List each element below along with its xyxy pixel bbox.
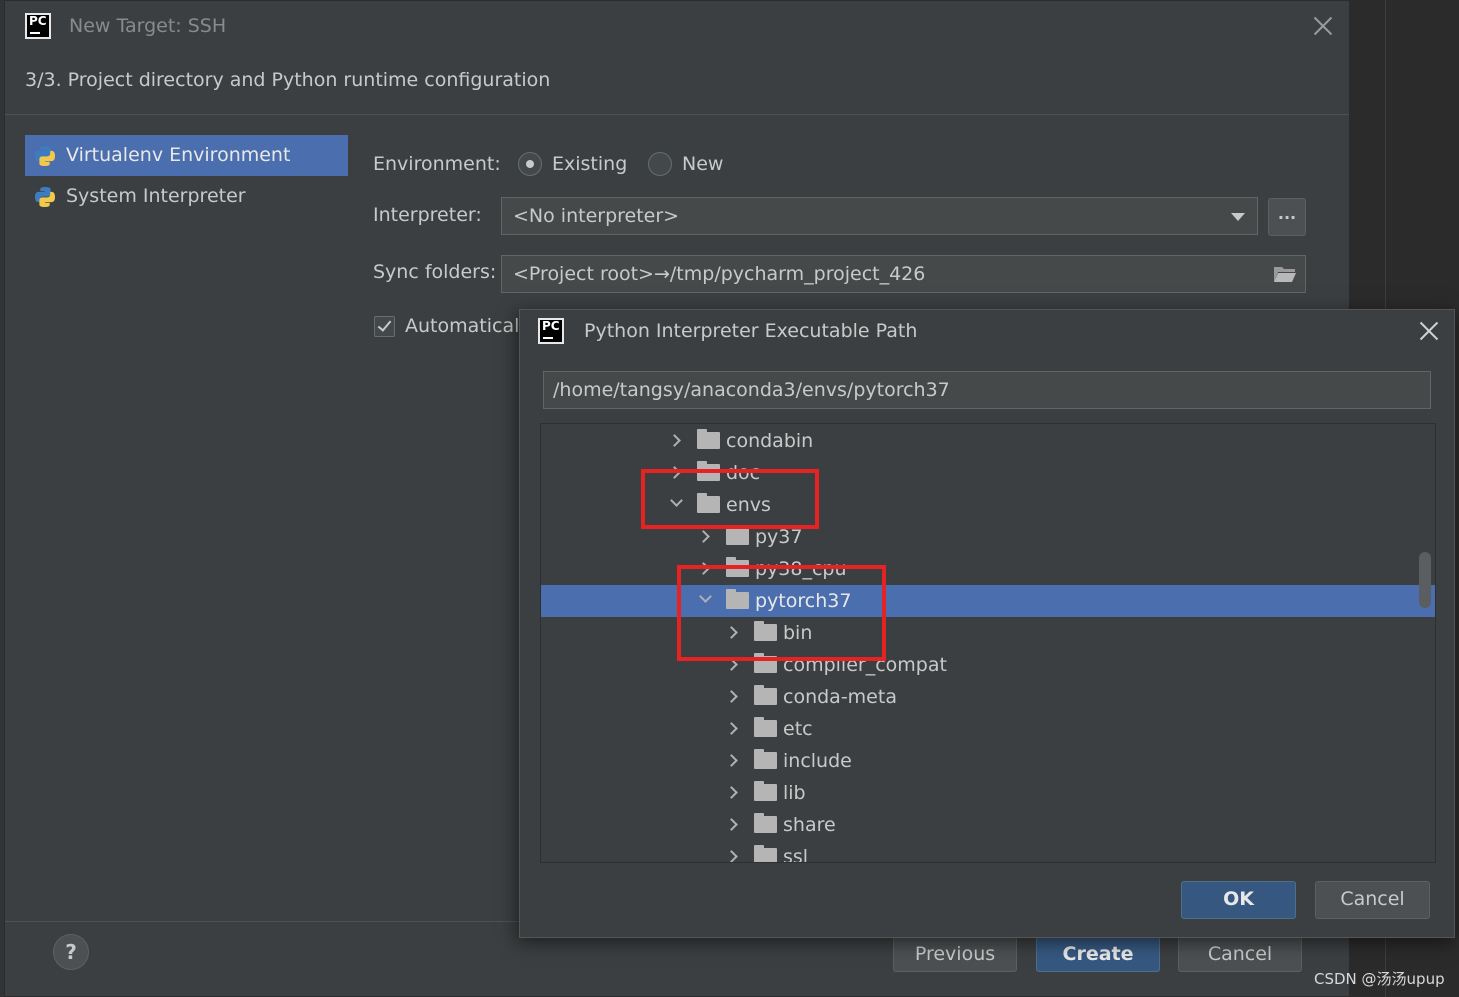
previous-button[interactable]: Previous bbox=[893, 936, 1017, 972]
tree-item-label: ssl bbox=[783, 846, 809, 863]
existing-radio-label[interactable]: Existing bbox=[552, 153, 627, 175]
chevron-right-icon[interactable] bbox=[725, 626, 738, 639]
chevron-right-icon[interactable] bbox=[725, 690, 738, 703]
folder-icon bbox=[754, 685, 777, 705]
interpreter-select[interactable]: <No interpreter> bbox=[501, 197, 1258, 235]
tree-item-label: conda-meta bbox=[783, 686, 897, 708]
python-interpreter-path-dialog: PC Python Interpreter Executable Path /h… bbox=[519, 309, 1455, 938]
folder-icon bbox=[754, 781, 777, 801]
sync-folders-value: <Project root>→/tmp/pycharm_project_426 bbox=[513, 263, 926, 285]
chevron-down-icon bbox=[1231, 213, 1245, 221]
tree-item-conda-meta[interactable]: conda-meta bbox=[541, 681, 1435, 713]
environment-label: Environment: bbox=[373, 153, 501, 175]
tree-item-py37[interactable]: py37 bbox=[541, 521, 1435, 553]
sync-folders-label: Sync folders: bbox=[373, 261, 497, 283]
folder-icon bbox=[754, 813, 777, 833]
new-radio[interactable] bbox=[648, 152, 672, 176]
auto-upload-label: Automaticall bbox=[405, 315, 525, 337]
tree-item-label: pytorch37 bbox=[755, 590, 852, 612]
auto-upload-checkbox[interactable] bbox=[374, 316, 395, 337]
env-item-system-interpreter[interactable]: System Interpreter bbox=[25, 176, 348, 217]
chevron-down-icon[interactable] bbox=[670, 494, 683, 507]
folder-icon bbox=[726, 525, 749, 545]
cancel-button[interactable]: Cancel bbox=[1178, 936, 1302, 972]
tree-item-label: envs bbox=[726, 494, 771, 516]
tree-item-pytorch37[interactable]: pytorch37 bbox=[541, 585, 1435, 617]
pycharm-logo-icon: PC bbox=[538, 318, 564, 344]
step-subtitle: 3/3. Project directory and Python runtim… bbox=[25, 69, 551, 91]
folder-icon bbox=[754, 845, 777, 862]
browse-interpreter-button[interactable]: ... bbox=[1268, 198, 1306, 236]
new-radio-label[interactable]: New bbox=[682, 153, 723, 175]
tree-item-lib[interactable]: lib bbox=[541, 777, 1435, 809]
path-input[interactable]: /home/tangsy/anaconda3/envs/pytorch37 bbox=[543, 371, 1431, 409]
chevron-right-icon[interactable] bbox=[725, 818, 738, 831]
folder-icon bbox=[754, 621, 777, 641]
tree-item-label: include bbox=[783, 750, 852, 772]
chevron-right-icon[interactable] bbox=[725, 722, 738, 735]
folder-icon bbox=[726, 557, 749, 577]
sync-folders-field[interactable]: <Project root>→/tmp/pycharm_project_426 bbox=[501, 255, 1306, 293]
help-button[interactable]: ? bbox=[53, 934, 89, 970]
tree-item-condabin[interactable]: condabin bbox=[541, 425, 1435, 457]
python-icon bbox=[35, 187, 55, 207]
file-tree[interactable]: condabin doc envs py37 py38_cpu pytorch3… bbox=[540, 423, 1436, 863]
dialog-titlebar: PC New Target: SSH bbox=[5, 1, 1349, 53]
tree-item-label: doc bbox=[726, 462, 761, 484]
close-icon[interactable] bbox=[1313, 16, 1333, 36]
tree-item-label: py38_cpu bbox=[755, 558, 847, 580]
watermark: CSDN @汤汤upup bbox=[1314, 970, 1445, 988]
folder-icon bbox=[697, 493, 720, 513]
tree-item-doc[interactable]: doc bbox=[541, 457, 1435, 489]
tree-item-label: share bbox=[783, 814, 836, 836]
create-button[interactable]: Create bbox=[1036, 936, 1160, 972]
tree-item-etc[interactable]: etc bbox=[541, 713, 1435, 745]
folder-icon bbox=[754, 653, 777, 673]
tree-item-include[interactable]: include bbox=[541, 745, 1435, 777]
pycharm-logo-icon: PC bbox=[25, 13, 51, 39]
interpreter-value: <No interpreter> bbox=[513, 205, 680, 227]
tree-item-label: condabin bbox=[726, 430, 814, 452]
folder-icon bbox=[754, 717, 777, 737]
tree-item-share[interactable]: share bbox=[541, 809, 1435, 841]
tree-item-label: bin bbox=[783, 622, 813, 644]
chevron-right-icon[interactable] bbox=[668, 434, 681, 447]
tree-item-label: lib bbox=[783, 782, 806, 804]
tree-item-label: py37 bbox=[755, 526, 803, 548]
python-icon bbox=[35, 146, 55, 166]
folder-icon bbox=[754, 749, 777, 769]
folder-icon bbox=[726, 589, 749, 609]
chevron-right-icon[interactable] bbox=[697, 530, 710, 543]
tree-item-compiler-compat[interactable]: compiler_compat bbox=[541, 649, 1435, 681]
tree-item-py38-cpu[interactable]: py38_cpu bbox=[541, 553, 1435, 585]
close-icon[interactable] bbox=[1419, 321, 1439, 341]
env-item-label: Virtualenv Environment bbox=[66, 144, 291, 166]
tree-item-label: etc bbox=[783, 718, 813, 740]
tree-item-bin[interactable]: bin bbox=[541, 617, 1435, 649]
tree-item-label: compiler_compat bbox=[783, 654, 947, 676]
environment-type-list: Virtualenv Environment System Interprete… bbox=[25, 135, 348, 217]
header-divider bbox=[5, 114, 1349, 115]
folder-icon bbox=[697, 461, 720, 481]
env-item-virtualenv[interactable]: Virtualenv Environment bbox=[25, 135, 348, 176]
interpreter-label: Interpreter: bbox=[373, 204, 482, 226]
env-item-label: System Interpreter bbox=[66, 185, 246, 207]
chevron-right-icon[interactable] bbox=[725, 754, 738, 767]
ok-button[interactable]: OK bbox=[1181, 881, 1296, 919]
tree-scrollbar[interactable] bbox=[1419, 552, 1431, 608]
dialog-title: Python Interpreter Executable Path bbox=[584, 320, 918, 342]
chevron-down-icon[interactable] bbox=[699, 590, 712, 603]
existing-radio[interactable] bbox=[518, 152, 542, 176]
folder-open-icon[interactable] bbox=[1273, 265, 1297, 283]
tree-item-ssl[interactable]: ssl bbox=[541, 841, 1435, 863]
folder-icon bbox=[697, 429, 720, 449]
chevron-right-icon[interactable] bbox=[668, 466, 681, 479]
chevron-right-icon[interactable] bbox=[697, 562, 710, 575]
chevron-right-icon[interactable] bbox=[725, 786, 738, 799]
chevron-right-icon[interactable] bbox=[725, 850, 738, 862]
dialog-title: New Target: SSH bbox=[69, 15, 227, 37]
chevron-right-icon[interactable] bbox=[725, 658, 738, 671]
cancel-button[interactable]: Cancel bbox=[1315, 881, 1430, 919]
tree-item-envs[interactable]: envs bbox=[541, 489, 1435, 521]
